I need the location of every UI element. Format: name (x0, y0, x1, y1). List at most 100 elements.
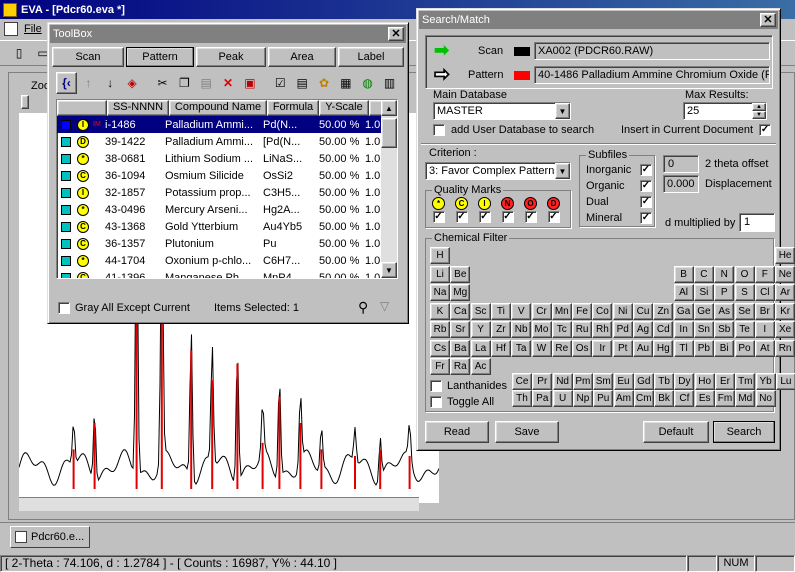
element-tc[interactable]: Tc (551, 321, 572, 338)
element-si[interactable]: Si (693, 284, 714, 301)
element-ga[interactable]: Ga (673, 302, 694, 320)
pattern-row[interactable]: C 36-1094 Osmium Silicide OsSi2 50.00 % 1.0 (57, 167, 397, 184)
element-pa[interactable]: Pa (532, 390, 553, 407)
element-au[interactable]: Au (633, 339, 653, 357)
paste-icon[interactable]: ▤ (196, 72, 217, 94)
element-te[interactable]: Te (734, 321, 755, 338)
element-se[interactable]: Se (734, 302, 755, 320)
element-he[interactable]: He (775, 247, 795, 264)
element-zr[interactable]: Zr (490, 321, 511, 338)
element-n[interactable]: N (714, 265, 735, 283)
element-b[interactable]: B (673, 265, 694, 283)
element-cf[interactable]: Cf (674, 390, 695, 407)
col-header-yscale[interactable]: Y-Scale (319, 100, 369, 116)
element-cl[interactable]: Cl (754, 284, 775, 301)
horizontal-scrollbar[interactable] (19, 497, 419, 511)
check-list-icon[interactable]: ☑ (270, 72, 291, 94)
quality-mark-checkbox[interactable]: ✓ (501, 211, 514, 223)
max-results-input[interactable]: 25 ▲ ▼ (683, 102, 767, 120)
pattern-row[interactable]: C 43-1368 Gold Ytterbium Au4Yb5 50.00 % 1.0 (57, 218, 397, 235)
subfile-option[interactable]: Organic ✓ (586, 178, 652, 194)
element-ta[interactable]: Ta (511, 339, 532, 357)
arrow-down-icon[interactable]: ↓ (100, 72, 121, 94)
color-wheel-icon[interactable]: ✿ (314, 72, 335, 94)
tab-area[interactable]: Area (268, 47, 336, 67)
pattern-row[interactable]: I IM i-1486 Palladium Ammi... Pd(N... 50.00 %… (57, 116, 397, 133)
props-icon[interactable]: ▣ (239, 72, 260, 94)
subfile-option[interactable]: Mineral ✓ (586, 210, 652, 226)
element-o[interactable]: O (734, 265, 755, 283)
theta-offset-field[interactable]: 0 (663, 155, 699, 173)
pattern-row[interactable]: * 38-0681 Lithium Sodium ... LiNaS... 50.00 … (57, 150, 397, 167)
element-es[interactable]: Es (694, 390, 715, 407)
row-color-swatch[interactable] (61, 187, 71, 198)
element-po[interactable]: Po (734, 339, 755, 357)
subfile-option[interactable]: Dual ✓ (586, 194, 652, 210)
row-color-swatch[interactable] (61, 221, 71, 232)
element-i[interactable]: I (754, 321, 775, 338)
pattern-row[interactable]: I 32-1857 Potassium prop... C3H5... 50.00 % 1… (57, 184, 397, 201)
element-k[interactable]: K (430, 302, 450, 320)
read-button[interactable]: Read (425, 421, 489, 443)
document-tab[interactable]: Pdcr60.e... (10, 526, 90, 548)
element-md[interactable]: Md (735, 390, 756, 407)
default-button[interactable]: Default (643, 421, 709, 443)
delete-icon[interactable]: ✕ (218, 72, 239, 94)
element-ac[interactable]: Ac (470, 358, 491, 375)
col-header-name[interactable]: Compound Name (169, 100, 267, 116)
element-mn[interactable]: Mn (551, 302, 572, 320)
element-dy[interactable]: Dy (674, 373, 695, 390)
element-be[interactable]: Be (450, 265, 471, 283)
element-ho[interactable]: Ho (694, 373, 715, 390)
element-c[interactable]: C (693, 265, 714, 283)
element-mo[interactable]: Mo (531, 321, 552, 338)
element-rn[interactable]: Rn (775, 339, 795, 357)
element-th[interactable]: Th (512, 390, 532, 407)
insert-current-checkbox[interactable]: ✓ (759, 124, 772, 136)
element-as[interactable]: As (714, 302, 735, 320)
element-h[interactable]: H (430, 247, 450, 264)
insert-current-option[interactable]: Insert in Current Document ✓ (621, 124, 772, 136)
spin-up-icon[interactable]: ▲ (752, 103, 766, 111)
element-tl[interactable]: Tl (673, 339, 694, 357)
element-s[interactable]: S (734, 284, 755, 301)
element-lu[interactable]: Lu (775, 373, 795, 390)
element-am[interactable]: Am (613, 390, 634, 407)
element-re[interactable]: Re (551, 339, 572, 357)
element-p[interactable]: P (714, 284, 735, 301)
main-db-dropdown-icon[interactable]: ▼ (555, 103, 570, 119)
element-fm[interactable]: Fm (715, 390, 735, 407)
element-ru[interactable]: Ru (572, 321, 593, 338)
col-header-formula[interactable]: Formula (267, 100, 319, 116)
element-pt[interactable]: Pt (612, 339, 633, 357)
element-hg[interactable]: Hg (653, 339, 674, 357)
toggle-all-checkbox[interactable] (430, 396, 442, 408)
quality-mark-checkbox[interactable]: ✓ (524, 211, 537, 223)
row-color-swatch[interactable] (61, 136, 71, 147)
element-v[interactable]: V (511, 302, 532, 320)
row-color-swatch[interactable] (61, 153, 71, 164)
subfile-checkbox[interactable]: ✓ (640, 180, 652, 192)
element-bi[interactable]: Bi (714, 339, 735, 357)
element-np[interactable]: Np (572, 390, 593, 407)
search-button[interactable]: Search (713, 421, 775, 443)
element-br[interactable]: Br (754, 302, 775, 320)
toolbox-titlebar[interactable]: ToolBox ✕ (50, 25, 406, 43)
search-titlebar[interactable]: Search/Match ✕ (419, 11, 778, 29)
element-ra[interactable]: Ra (450, 358, 471, 375)
element-mg[interactable]: Mg (450, 284, 471, 301)
collapse-icon[interactable]: ▽ (380, 299, 389, 313)
row-color-swatch[interactable] (61, 170, 71, 181)
table-icon[interactable]: ▦ (335, 72, 356, 94)
quality-mark-checkbox[interactable]: ✓ (455, 211, 468, 223)
quality-mark-option[interactable]: C ✓ (453, 197, 470, 223)
element-cu[interactable]: Cu (633, 302, 653, 320)
row-color-swatch[interactable] (61, 255, 71, 266)
element-pb[interactable]: Pb (693, 339, 714, 357)
element-li[interactable]: Li (430, 265, 450, 283)
element-ba[interactable]: Ba (450, 339, 471, 357)
spin-down-icon[interactable]: ▼ (752, 111, 766, 119)
criterion-select[interactable]: 3: Favor Complex Patterns ▼ (425, 162, 571, 180)
scroll-thumb[interactable] (381, 118, 397, 148)
element-w[interactable]: W (531, 339, 552, 357)
